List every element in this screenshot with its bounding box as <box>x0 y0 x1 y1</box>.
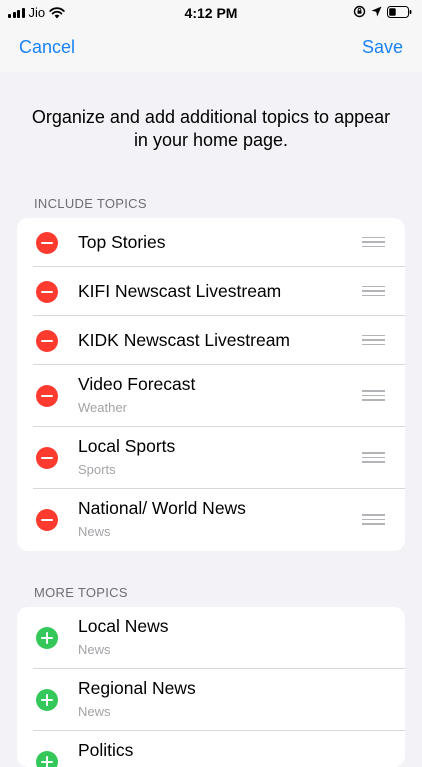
topic-row[interactable]: KIFI Newscast Livestream <box>17 267 405 316</box>
add-topic-icon[interactable] <box>36 751 58 767</box>
instructions-text: Organize and add additional topics to ap… <box>31 107 391 150</box>
cancel-button[interactable]: Cancel <box>19 37 75 58</box>
topic-title: Local News <box>78 616 169 636</box>
topic-title: KIFI Newscast Livestream <box>78 281 282 301</box>
add-topic-icon[interactable] <box>36 689 58 711</box>
drag-handle-icon[interactable] <box>362 390 385 401</box>
more-topics-list: Local News News Regional News News Polit… <box>17 607 405 767</box>
topic-row[interactable]: Video Forecast Weather <box>17 365 405 427</box>
drag-handle-icon[interactable] <box>362 236 385 248</box>
topic-category: Weather <box>78 400 127 415</box>
drag-handle-icon[interactable] <box>362 334 385 346</box>
topic-title: KIDK Newscast Livestream <box>78 330 291 350</box>
include-topics-list: Top Stories KIFI Newscast Livestream KID… <box>17 218 405 551</box>
location-arrow-icon <box>371 6 382 17</box>
topic-category: Sports <box>78 462 116 477</box>
topic-row[interactable]: Top Stories <box>17 218 405 267</box>
remove-topic-icon[interactable] <box>36 231 58 254</box>
remove-topic-icon[interactable] <box>36 447 58 469</box>
remove-topic-icon[interactable] <box>36 280 58 303</box>
topic-title: Top Stories <box>78 232 166 252</box>
navigation-bar: Cancel Save <box>0 26 422 72</box>
drag-handle-icon[interactable] <box>362 514 385 525</box>
topic-row[interactable]: Local Sports Sports <box>17 427 405 489</box>
more-topics-header: MORE TOPICS <box>34 585 128 600</box>
topic-row[interactable]: Politics <box>17 731 405 767</box>
battery-icon <box>387 5 412 18</box>
topic-title: Video Forecast <box>78 374 196 394</box>
add-topic-icon[interactable] <box>36 627 58 649</box>
remove-topic-icon[interactable] <box>36 385 58 407</box>
topic-category: News <box>78 642 111 657</box>
include-topics-header: INCLUDE TOPICS <box>34 196 147 211</box>
topic-title: Local Sports <box>78 436 176 456</box>
orientation-lock-icon <box>353 5 366 18</box>
topic-row[interactable]: KIDK Newscast Livestream <box>17 316 405 365</box>
status-right <box>353 5 412 18</box>
topic-row[interactable]: Local News News <box>17 607 405 669</box>
topic-title: Regional News <box>78 678 196 698</box>
drag-handle-icon[interactable] <box>362 452 385 463</box>
topic-row[interactable]: Regional News News <box>17 669 405 731</box>
remove-topic-icon[interactable] <box>36 509 58 531</box>
drag-handle-icon[interactable] <box>362 285 385 297</box>
topic-title: Politics <box>78 740 134 760</box>
topic-category: News <box>78 704 111 719</box>
topic-title: National/ World News <box>78 498 246 518</box>
topic-row[interactable]: National/ World News News <box>17 489 405 551</box>
topic-category: News <box>78 524 111 539</box>
save-button[interactable]: Save <box>362 37 403 58</box>
remove-topic-icon[interactable] <box>36 329 58 352</box>
status-bar: Jio 4:12 PM <box>0 0 422 26</box>
